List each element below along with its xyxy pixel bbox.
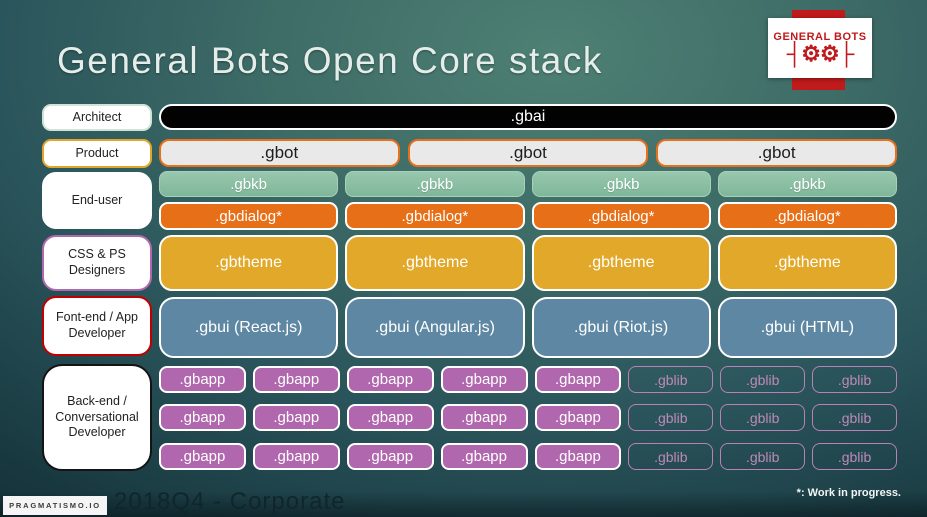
gbapp-box: .gbapp bbox=[252, 443, 340, 470]
slide: General Bots Open Core stack GENERAL BOT… bbox=[0, 0, 927, 517]
role-label-front-end-app-developer: Font-end / App Developer bbox=[42, 296, 152, 356]
stack-row-gbapp-1: .gbapp .gbapp .gbapp .gbapp .gbapp .gblib .gbl… bbox=[159, 366, 897, 393]
stack-row-gbapp-3: .gbapp .gbapp .gbapp .gbapp .gbapp .gblib .gbl… bbox=[159, 443, 897, 470]
gblib-box: .gblib bbox=[628, 443, 714, 470]
gbot-box: .gbot bbox=[407, 139, 649, 167]
gbkb-box: .gbkb bbox=[345, 171, 525, 197]
gbtheme-box: .gbtheme bbox=[717, 235, 897, 291]
role-label-text: Architect bbox=[72, 109, 122, 124]
stack-row-gbui: .gbui (React.js) .gbui (Angular.js) .gbui … bbox=[159, 297, 897, 358]
gbot-box: .gbot bbox=[159, 139, 400, 167]
gbapp-box: .gbapp bbox=[440, 366, 528, 393]
gblib-box: .gblib bbox=[720, 404, 806, 431]
gbapp-box: .gbapp bbox=[346, 366, 434, 393]
gbui-box: .gbui (React.js) bbox=[159, 297, 339, 358]
gbkb-box: .gbkb bbox=[717, 171, 897, 197]
gbtheme-box: .gbtheme bbox=[345, 235, 525, 291]
role-label-text: End-user bbox=[71, 192, 123, 207]
role-label-product: Product bbox=[42, 139, 152, 168]
gbai-box: .gbai bbox=[159, 104, 897, 130]
gbui-box: .gbui (Angular.js) bbox=[345, 297, 525, 358]
gbtheme-box: .gbtheme bbox=[531, 235, 711, 291]
gbdialog-box: .gbdialog* bbox=[159, 202, 339, 230]
role-label-text: CSS & PS Designers bbox=[68, 247, 126, 277]
gbapp-box: .gbapp bbox=[252, 366, 340, 393]
gbapp-box: .gbapp bbox=[252, 404, 340, 431]
role-label-text: Product bbox=[75, 145, 119, 160]
role-label-back-end-conversational-developer: Back-end / Conversational Developer bbox=[42, 364, 152, 471]
stack-row-gbot: .gbot .gbot .gbot bbox=[159, 139, 898, 167]
stack-row-gbtheme: .gbtheme .gbtheme .gbtheme .gbtheme bbox=[159, 235, 897, 291]
gbapp-box: .gbapp bbox=[534, 366, 622, 393]
footer-caption: 2018Q4 - Corporate bbox=[114, 488, 346, 515]
gbot-box: .gbot bbox=[656, 139, 898, 167]
pragmatismo-logo: PRAGMATISMO.IO bbox=[3, 496, 107, 515]
role-label-architect: Architect bbox=[42, 104, 152, 131]
stack-row-gbkb: .gbkb .gbkb .gbkb .gbkb bbox=[159, 171, 897, 197]
gblib-box: .gblib bbox=[628, 366, 714, 393]
role-label-text: Font-end / App Developer bbox=[55, 310, 138, 340]
gbui-box: .gbui (Riot.js) bbox=[531, 297, 711, 358]
pragmatismo-logo-text: PRAGMATISMO.IO bbox=[9, 501, 101, 510]
gblib-box: .gblib bbox=[628, 404, 714, 431]
gbdialog-box: .gbdialog* bbox=[531, 202, 711, 230]
gbapp-box: .gbapp bbox=[534, 443, 622, 470]
gbapp-box: .gbapp bbox=[440, 404, 528, 431]
role-label-css-ps-designers: CSS & PS Designers bbox=[42, 235, 152, 291]
gbapp-box: .gbapp bbox=[346, 443, 434, 470]
stack-row-gbai: .gbai bbox=[159, 104, 897, 130]
gbdialog-box: .gbdialog* bbox=[345, 202, 525, 230]
gbapp-box: .gbapp bbox=[159, 404, 246, 431]
gbkb-box: .gbkb bbox=[159, 171, 339, 197]
gblib-box: .gblib bbox=[720, 366, 806, 393]
general-bots-logo: GENERAL BOTS ┤⚙⚙├ bbox=[768, 18, 872, 78]
stack-row-gbdialog: .gbdialog* .gbdialog* .gbdialog* .gbdialog* bbox=[159, 202, 897, 230]
gbapp-box: .gbapp bbox=[346, 404, 434, 431]
gbkb-box: .gbkb bbox=[531, 171, 711, 197]
gears-icon: ┤⚙⚙├ bbox=[786, 41, 855, 66]
gbapp-box: .gbapp bbox=[159, 366, 246, 393]
gblib-box: .gblib bbox=[720, 443, 806, 470]
gblib-box: .gblib bbox=[812, 443, 897, 470]
gblib-box: .gblib bbox=[812, 366, 897, 393]
role-label-end-user: End-user bbox=[42, 172, 152, 229]
gbui-box: .gbui (HTML) bbox=[717, 297, 897, 358]
gbapp-box: .gbapp bbox=[159, 443, 246, 470]
stack-row-gbapp-2: .gbapp .gbapp .gbapp .gbapp .gbapp .gblib .gbl… bbox=[159, 404, 897, 431]
gbdialog-box: .gbdialog* bbox=[717, 202, 897, 230]
gbapp-box: .gbapp bbox=[440, 443, 528, 470]
work-in-progress-note: *: Work in progress. bbox=[796, 487, 901, 499]
gbtheme-box: .gbtheme bbox=[159, 235, 339, 291]
page-title: General Bots Open Core stack bbox=[57, 40, 603, 81]
role-label-text: Back-end / Conversational Developer bbox=[55, 394, 139, 440]
gbapp-box: .gbapp bbox=[534, 404, 622, 431]
gblib-box: .gblib bbox=[812, 404, 897, 431]
